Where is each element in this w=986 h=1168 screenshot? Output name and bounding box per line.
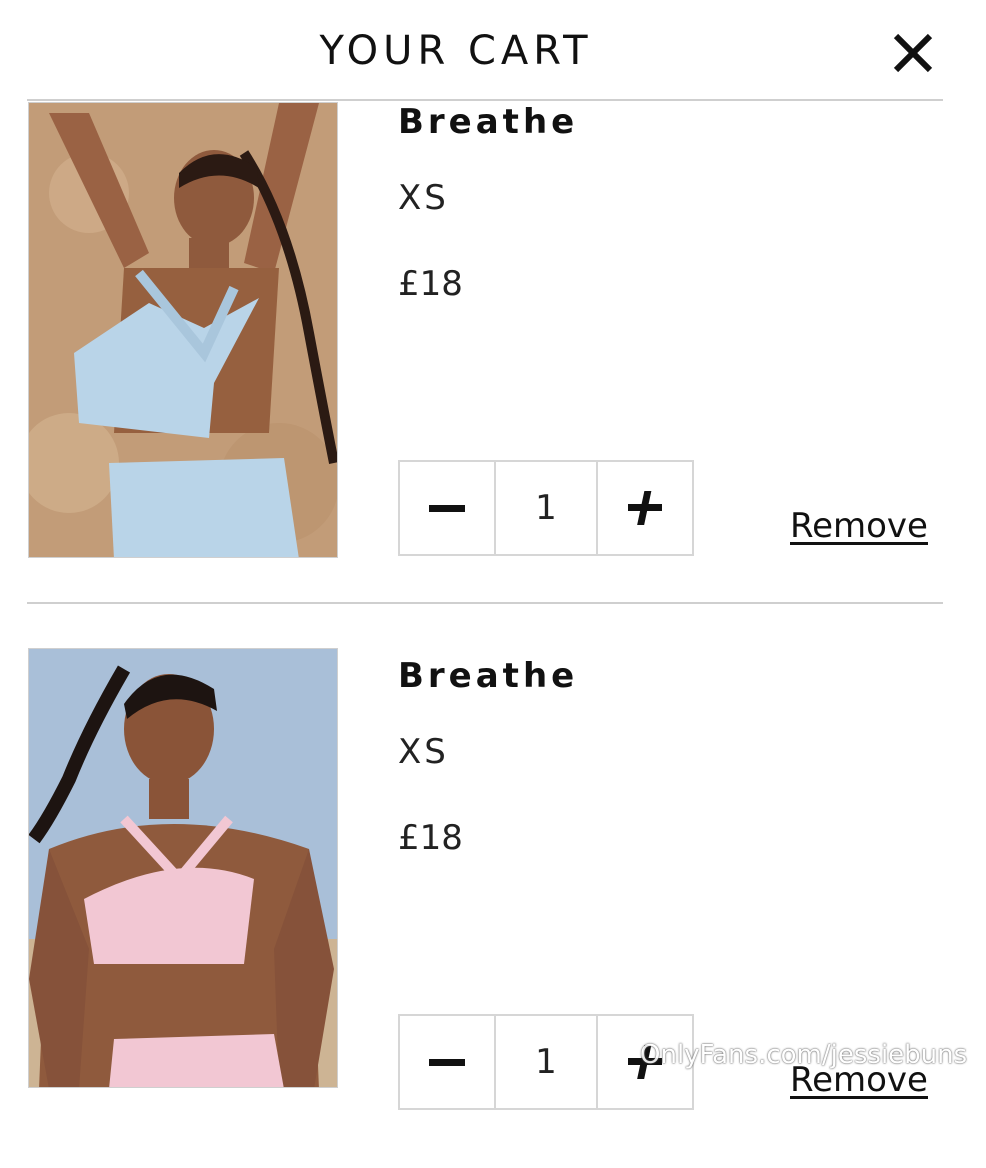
cart-item: Breathe XS £18 1 Remove bbox=[0, 102, 986, 622]
divider bbox=[27, 99, 943, 101]
product-price: £18 bbox=[398, 264, 463, 304]
close-button[interactable] bbox=[888, 28, 938, 78]
plus-icon bbox=[628, 491, 662, 525]
product-image[interactable] bbox=[28, 102, 338, 558]
product-price: £18 bbox=[398, 818, 463, 858]
cart-header: YOUR CART bbox=[0, 0, 986, 100]
close-icon bbox=[893, 33, 933, 73]
decrement-button[interactable] bbox=[400, 1016, 496, 1108]
product-name[interactable]: Breathe bbox=[398, 102, 578, 142]
cart-item: Breathe XS £18 1 Remove bbox=[0, 648, 986, 1168]
product-name[interactable]: Breathe bbox=[398, 656, 578, 696]
remove-link[interactable]: Remove bbox=[790, 506, 928, 546]
product-image[interactable] bbox=[28, 648, 338, 1088]
minus-icon bbox=[429, 505, 465, 512]
product-size: XS bbox=[398, 732, 449, 772]
cart-title: YOUR CART bbox=[319, 28, 593, 74]
watermark: OnlyFans.com/jessiebuns bbox=[640, 1040, 968, 1070]
decrement-button[interactable] bbox=[400, 462, 496, 554]
increment-button[interactable] bbox=[598, 462, 692, 554]
product-size: XS bbox=[398, 178, 449, 218]
quantity-value[interactable]: 1 bbox=[496, 462, 598, 554]
minus-icon bbox=[429, 1059, 465, 1066]
divider bbox=[27, 602, 943, 604]
quantity-stepper: 1 bbox=[398, 460, 694, 556]
quantity-value[interactable]: 1 bbox=[496, 1016, 598, 1108]
